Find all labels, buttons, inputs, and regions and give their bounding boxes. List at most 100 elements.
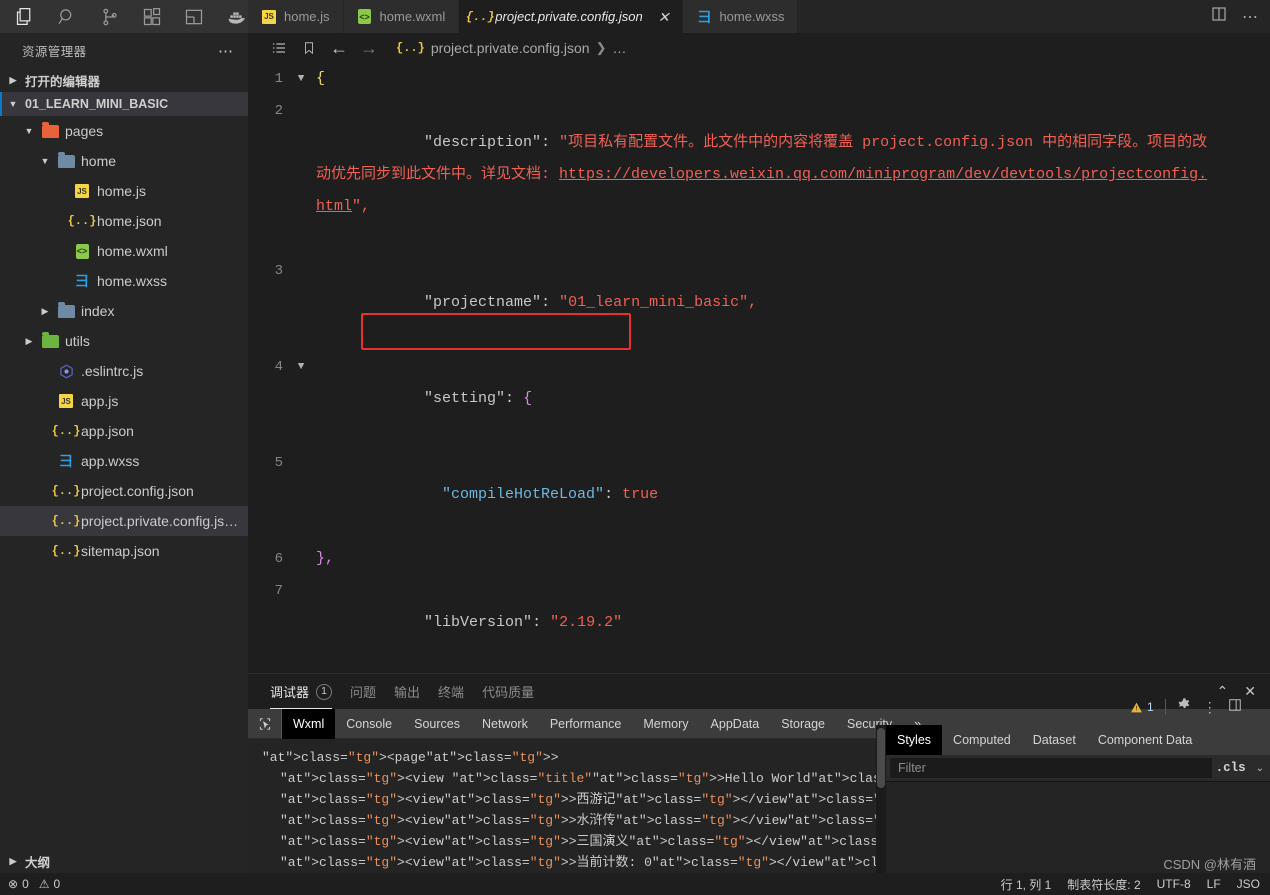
tree-item-index[interactable]: ▶ index: [0, 296, 248, 326]
settings-gear-icon[interactable]: [1177, 697, 1192, 717]
devtools-tab-console[interactable]: Console: [335, 709, 403, 739]
panel-tab-code-quality[interactable]: 代码质量: [482, 674, 534, 709]
breadcrumb-ellipsis[interactable]: …: [612, 40, 626, 56]
line-number: 4: [274, 359, 283, 375]
more-actions-icon[interactable]: ⋯: [1242, 7, 1258, 27]
fold-chevron-icon: [290, 671, 312, 673]
eslint-file-icon: [57, 364, 75, 379]
devtools-tab-network[interactable]: Network: [471, 709, 539, 739]
tree-item-project-private-config-js[interactable]: {..} project.private.config.js…: [0, 506, 248, 536]
chevron-right-icon[interactable]: ▶: [23, 336, 35, 347]
tab-home-js[interactable]: JS home.js: [248, 0, 344, 33]
tree-item-project-config-json[interactable]: {..} project.config.json: [0, 476, 248, 506]
navigate-forward-icon[interactable]: →: [354, 35, 384, 61]
devtools-tab-sources[interactable]: Sources: [403, 709, 471, 739]
tree-item-home-json[interactable]: {..} home.json: [0, 206, 248, 236]
tree-item-eslintrc-js[interactable]: .eslintrc.js: [0, 356, 248, 386]
section-outline[interactable]: ▶ 大纲: [0, 849, 248, 873]
toggle-outline-icon[interactable]: [264, 35, 294, 61]
navigate-back-icon[interactable]: ←: [324, 35, 354, 61]
fold-chevron-icon[interactable]: ▼: [290, 351, 312, 447]
styles-cls-button[interactable]: .cls: [1216, 761, 1256, 775]
panel-tab-label: 输出: [394, 685, 421, 700]
error-icon: ⊗: [8, 877, 19, 891]
panel-tab-problems[interactable]: 问题: [350, 674, 376, 709]
line-number: 7: [274, 583, 283, 599]
styles-tab-component-data[interactable]: Component Data: [1087, 725, 1204, 755]
tab-home-wxml[interactable]: <> home.wxml: [343, 0, 460, 33]
chevron-down-icon[interactable]: ▼: [39, 156, 51, 166]
tree-item-home-wxss[interactable]: 彐 home.wxss: [0, 266, 248, 296]
devtools-more-icon[interactable]: ⋮: [1203, 699, 1217, 716]
panel-close-icon[interactable]: ✕: [1244, 683, 1256, 700]
breadcrumb-file[interactable]: project.private.config.json: [431, 40, 590, 56]
chevron-right-icon[interactable]: ▶: [39, 306, 51, 317]
wxml-scrollbar-thumb[interactable]: [877, 728, 885, 788]
code-line: 6 },: [248, 543, 1270, 575]
json-colon: :: [541, 134, 551, 151]
section-open-editors[interactable]: ▶ 打开的编辑器: [0, 68, 248, 92]
styles-tab-computed[interactable]: Computed: [942, 725, 1022, 755]
tree-item-app-json[interactable]: {..} app.json: [0, 416, 248, 446]
tab-home-wxss[interactable]: 彐 home.wxss: [683, 0, 799, 33]
code-editor[interactable]: 1 ▼ { 2 "description": "项目私有配置文件。此文件中的内容…: [248, 63, 1270, 673]
sidebar-more-icon[interactable]: ⋯: [218, 42, 234, 60]
split-editor-icon[interactable]: [1210, 5, 1228, 28]
tree-item-app-js[interactable]: JS app.js: [0, 386, 248, 416]
tab-close-icon[interactable]: ✕: [658, 10, 670, 24]
search-icon[interactable]: [56, 4, 77, 30]
section-workspace-root[interactable]: ▼ 01_LEARN_MINI_BASIC: [0, 92, 248, 116]
devtools-tab-performance[interactable]: Performance: [539, 709, 633, 739]
tree-item-label: index: [81, 303, 115, 319]
fold-chevron-icon: [290, 447, 312, 543]
dock-side-icon[interactable]: [1228, 698, 1242, 717]
inspect-element-icon[interactable]: [248, 708, 282, 739]
language-mode[interactable]: JSO: [1237, 877, 1260, 891]
panel-tab-output[interactable]: 输出: [394, 674, 420, 709]
chevron-down-icon[interactable]: ⌄: [1256, 763, 1270, 774]
tab-project-private-config-json[interactable]: {..} project.private.config.json ✕: [459, 0, 684, 33]
warnings-count[interactable]: ⚠ 0: [39, 877, 60, 891]
tree-item-home[interactable]: ▼ home: [0, 146, 248, 176]
wxml-scrollbar[interactable]: [876, 725, 886, 873]
tree-item-utils[interactable]: ▶ utils: [0, 326, 248, 356]
errors-count[interactable]: ⊗ 0: [8, 877, 29, 891]
tab-label: project.private.config.json: [495, 9, 643, 24]
bookmark-icon[interactable]: [294, 35, 324, 61]
folder-icon: [57, 151, 75, 168]
fold-chevron-icon: [290, 543, 312, 575]
indentation[interactable]: 制表符长度: 2: [1067, 876, 1140, 893]
tree-item-home-js[interactable]: JS home.js: [0, 176, 248, 206]
encoding[interactable]: UTF-8: [1157, 877, 1191, 891]
cursor-position[interactable]: 行 1, 列 1: [1001, 876, 1052, 893]
line-number: 8: [248, 671, 290, 673]
devtools-tab-wxml[interactable]: Wxml: [282, 708, 336, 739]
warning-count: 0: [53, 877, 61, 891]
panel-tab-terminal[interactable]: 终端: [438, 674, 464, 709]
explorer-icon[interactable]: [14, 4, 35, 30]
tree-item-home-wxml[interactable]: <> home.wxml: [0, 236, 248, 266]
status-bar: ⊗ 0 ⚠ 0 行 1, 列 1 制表符长度: 2 UTF-8 LF JSO: [0, 873, 1270, 895]
styles-filter-input[interactable]: Filter: [890, 758, 1212, 778]
styles-tab-styles[interactable]: Styles: [886, 725, 943, 755]
chevron-down-icon[interactable]: ▼: [23, 126, 35, 136]
tree-item-sitemap-json[interactable]: {..} sitemap.json: [0, 536, 248, 566]
layout-icon[interactable]: [184, 4, 205, 30]
devtools-tab-appdata[interactable]: AppData: [700, 709, 771, 739]
styles-tab-dataset[interactable]: Dataset: [1022, 725, 1087, 755]
fold-chevron-icon: [290, 575, 312, 671]
code-line: 7 "libVersion": "2.19.2": [248, 575, 1270, 671]
fold-chevron-icon[interactable]: ▼: [290, 63, 312, 95]
devtools-tab-memory[interactable]: Memory: [632, 709, 699, 739]
eol[interactable]: LF: [1207, 877, 1221, 891]
json-file-icon: {..}: [51, 424, 81, 438]
devtools-tab-storage[interactable]: Storage: [770, 709, 836, 739]
docker-icon[interactable]: [226, 4, 248, 30]
tree-item-app-wxss[interactable]: 彐 app.wxss: [0, 446, 248, 476]
tree-item-pages[interactable]: ▼ pages: [0, 116, 248, 146]
source-control-icon[interactable]: [99, 4, 120, 30]
tree-item-label: project.config.json: [81, 483, 194, 499]
devtools-warning-badge[interactable]: 1: [1130, 700, 1154, 714]
extensions-icon[interactable]: [141, 4, 162, 30]
panel-tab-debugger[interactable]: 调试器 1: [270, 674, 333, 709]
